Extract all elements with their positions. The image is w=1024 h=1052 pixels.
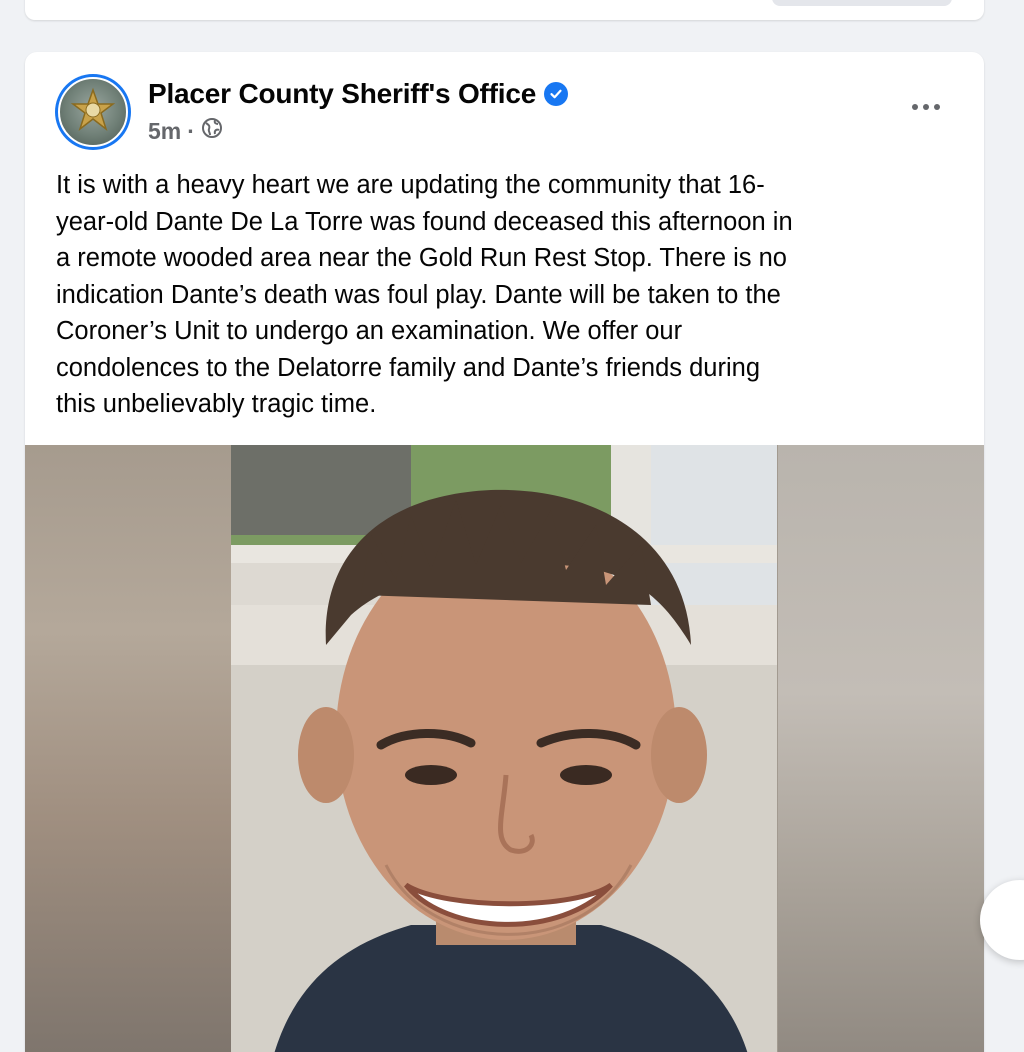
post-header: Placer County Sheriff's Office 5m · [25, 52, 984, 162]
page-name[interactable]: Placer County Sheriff's Office [148, 78, 536, 110]
sheriff-badge-icon [58, 77, 128, 147]
meta-separator: · [187, 117, 195, 144]
post-card: Placer County Sheriff's Office 5m · It i [25, 52, 984, 1052]
verified-badge-icon [544, 82, 569, 106]
page-avatar[interactable] [55, 74, 131, 150]
post-photo[interactable] [25, 445, 984, 1052]
photo-blur-right [778, 445, 984, 1052]
post-text: It is with a heavy heart we are updating… [56, 171, 793, 418]
globe-icon [201, 117, 223, 145]
page-name-row: Placer County Sheriff's Office [148, 76, 569, 112]
previous-post-action-button[interactable] [772, 0, 952, 6]
post-timestamp[interactable]: 5m [148, 118, 181, 145]
portrait-photo [231, 445, 777, 1052]
post-meta: 5m · [148, 116, 223, 146]
floating-action-button[interactable] [980, 880, 1024, 960]
previous-post-card [25, 0, 984, 20]
more-options-icon[interactable] [906, 92, 946, 122]
photo-blur-left [25, 445, 231, 1052]
